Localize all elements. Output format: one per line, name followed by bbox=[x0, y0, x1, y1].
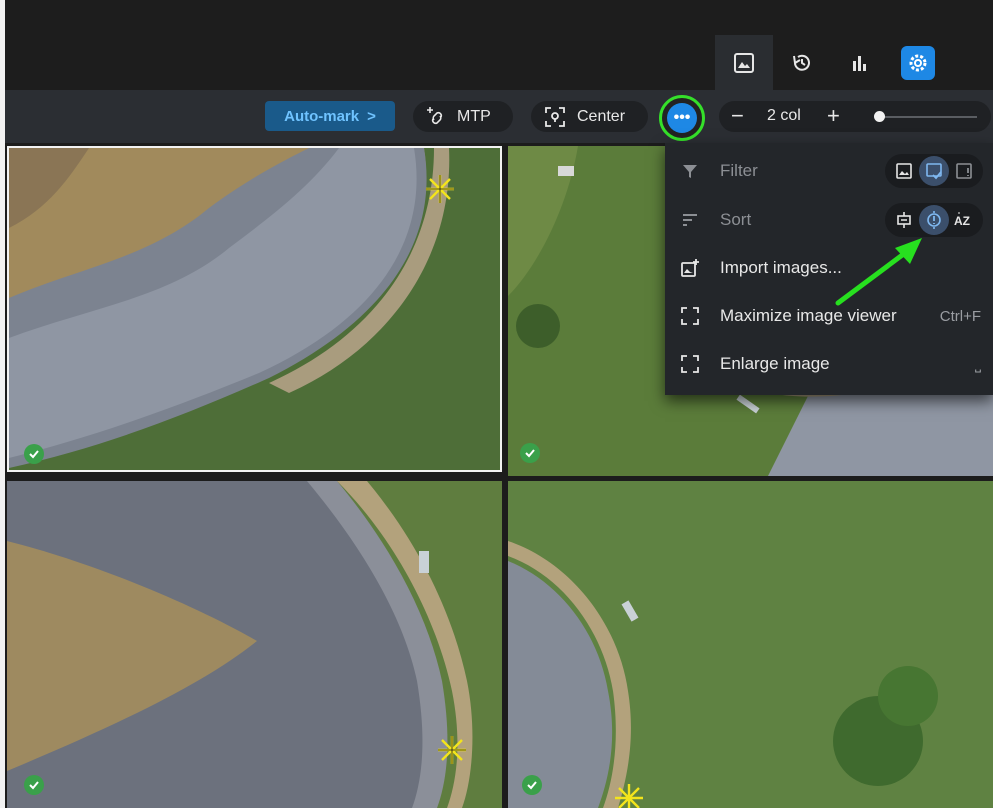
import-images-label: Import images... bbox=[720, 258, 842, 277]
aerial-photo bbox=[508, 481, 993, 808]
image-alert-icon bbox=[956, 163, 972, 179]
sort-by-status-option[interactable] bbox=[919, 205, 949, 235]
tab-history[interactable] bbox=[773, 35, 831, 90]
sort-label: Sort bbox=[720, 210, 752, 229]
filter-marked-option[interactable] bbox=[919, 156, 949, 186]
checked-status-icon bbox=[24, 444, 44, 464]
zoom-slider-track[interactable] bbox=[877, 116, 977, 118]
checked-status-icon bbox=[520, 443, 540, 463]
sort-az-icon: AZ bbox=[954, 212, 970, 228]
settings-gear-icon bbox=[909, 54, 927, 71]
image-tile-3[interactable] bbox=[7, 481, 502, 808]
history-icon bbox=[793, 54, 810, 71]
maximize-viewer-label: Maximize image viewer bbox=[720, 306, 897, 325]
center-button[interactable]: Center bbox=[531, 101, 648, 132]
filter-label: Filter bbox=[720, 161, 758, 180]
image-tile-1[interactable] bbox=[7, 146, 502, 472]
menu-item-maximize-viewer[interactable]: Maximize image viewer Ctrl+F bbox=[665, 292, 993, 340]
enlarge-image-label: Enlarge image bbox=[720, 354, 830, 373]
auto-mark-button[interactable]: Auto-mark > bbox=[265, 101, 395, 131]
tab-stats[interactable] bbox=[831, 35, 889, 90]
marker-star-icon bbox=[615, 784, 643, 808]
tab-settings[interactable] bbox=[889, 35, 947, 90]
add-link-icon bbox=[427, 106, 443, 124]
zoom-out-button[interactable]: − bbox=[731, 103, 744, 129]
menu-item-sort: Sort AZ bbox=[665, 196, 993, 244]
center-label: Center bbox=[577, 107, 626, 125]
sort-by-name-option[interactable]: AZ bbox=[949, 205, 979, 235]
sort-position-icon bbox=[897, 212, 911, 228]
tab-images[interactable] bbox=[715, 35, 773, 90]
mtp-button[interactable]: MTP bbox=[413, 101, 513, 132]
filter-all-images-option[interactable] bbox=[889, 156, 919, 186]
column-zoom-control: − 2 col + bbox=[719, 101, 991, 132]
zoom-slider-thumb[interactable] bbox=[874, 111, 885, 122]
auto-mark-label: Auto-mark bbox=[284, 107, 360, 125]
checked-status-icon bbox=[24, 775, 44, 795]
filter-toggle-group bbox=[885, 154, 983, 188]
settings-button[interactable] bbox=[901, 45, 935, 80]
chevron-right-icon: > bbox=[367, 107, 376, 125]
filter-unmarked-option[interactable] bbox=[949, 156, 979, 186]
panel-tabs bbox=[715, 35, 947, 90]
sort-by-position-option[interactable] bbox=[889, 205, 919, 235]
image-tile-4[interactable] bbox=[508, 481, 993, 808]
highlight-ring bbox=[659, 95, 705, 141]
more-options-menu: Filter Sort AZ Import images... Maximize… bbox=[665, 143, 993, 395]
zoom-in-button[interactable]: + bbox=[827, 103, 840, 129]
center-focus-icon bbox=[545, 106, 565, 127]
column-count: 2 col bbox=[767, 107, 801, 124]
menu-item-enlarge-image[interactable]: Enlarge image ⎵ bbox=[665, 340, 993, 388]
checked-status-icon bbox=[522, 775, 542, 795]
image-checked-icon bbox=[926, 163, 942, 180]
sort-toggle-group: AZ bbox=[885, 203, 983, 237]
image-gallery-icon bbox=[734, 52, 754, 73]
filter-icon bbox=[679, 160, 701, 182]
marker-star-icon bbox=[426, 175, 454, 203]
marker-star-icon bbox=[438, 736, 466, 764]
sort-status-icon bbox=[927, 211, 941, 229]
mtp-label: MTP bbox=[457, 107, 491, 125]
bar-chart-icon bbox=[853, 55, 866, 71]
image-icon bbox=[896, 163, 912, 179]
aerial-photo bbox=[7, 481, 502, 808]
enlarge-shortcut: ⎵ bbox=[974, 355, 981, 373]
add-photo-icon bbox=[679, 257, 701, 279]
enlarge-icon bbox=[679, 353, 701, 375]
maximize-shortcut: Ctrl+F bbox=[939, 307, 981, 325]
menu-item-import-images[interactable]: Import images... bbox=[665, 244, 993, 292]
sort-icon bbox=[679, 209, 701, 231]
menu-item-filter: Filter bbox=[665, 147, 993, 195]
svg-text:AZ: AZ bbox=[954, 214, 970, 228]
fullscreen-icon bbox=[679, 305, 701, 327]
